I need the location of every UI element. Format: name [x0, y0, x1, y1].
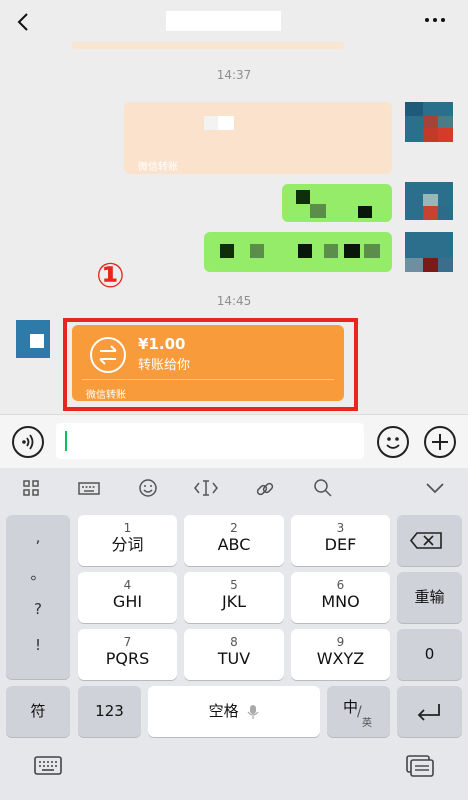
key-4[interactable]: 4 GHI — [78, 572, 177, 623]
number-switch-key[interactable]: 123 — [78, 686, 141, 737]
transfer-footer-label: 微信转账 — [86, 390, 126, 401]
emoji-icon — [386, 437, 400, 449]
key-label: DEF — [324, 535, 357, 554]
backspace-icon — [409, 532, 442, 549]
en-label: 英 — [362, 718, 372, 729]
more-button[interactable] — [420, 4, 450, 34]
enter-icon — [417, 704, 440, 721]
key-9[interactable]: 9 WXYZ — [291, 629, 390, 680]
space-key[interactable]: 空格 — [148, 686, 320, 737]
key-number: 7 — [123, 635, 132, 649]
key-label: 分词 — [111, 535, 144, 554]
zero-key[interactable]: 0 — [397, 629, 462, 680]
transfer-message: 转账给你 — [138, 358, 191, 373]
reenter-key[interactable]: 重输 — [397, 572, 462, 623]
partial-message — [72, 42, 344, 49]
symbol-key[interactable]: ! — [6, 625, 70, 665]
avatar[interactable] — [405, 232, 453, 272]
transfer-footer-label: 微信转账 — [138, 162, 178, 173]
key-7[interactable]: 7 PQRS — [78, 629, 177, 680]
link-icon[interactable] — [250, 478, 280, 502]
text-cursor — [65, 431, 67, 451]
key-label: PQRS — [105, 649, 150, 668]
message-bubble[interactable] — [204, 232, 392, 272]
key-label: MNO — [321, 592, 360, 611]
delete-key[interactable] — [397, 515, 462, 566]
key-number: 9 — [336, 635, 345, 649]
key-label: JKL — [221, 592, 247, 611]
mosaic-block — [204, 116, 218, 130]
key-8[interactable]: 8 TUV — [184, 629, 284, 680]
clipboard-button[interactable] — [402, 752, 438, 780]
key-number: 2 — [230, 521, 238, 535]
key-number: 3 — [336, 521, 345, 535]
back-button[interactable] — [12, 8, 36, 36]
transfer-card-sent[interactable]: 微信转账 — [124, 102, 392, 174]
key-number: 5 — [230, 578, 238, 592]
symbol-key[interactable]: , — [6, 517, 70, 557]
chat-title — [166, 11, 281, 31]
space-label: 空格 — [208, 702, 239, 720]
key-number: 1 — [123, 521, 132, 535]
chevron-down-icon[interactable] — [420, 478, 450, 502]
cursor-icon[interactable] — [191, 478, 221, 502]
transfer-card-received[interactable]: ¥1.00 转账给你 微信转账 — [72, 325, 344, 401]
avatar[interactable] — [405, 102, 453, 142]
timestamp: 14:45 — [216, 294, 252, 308]
ellipsis-icon — [425, 18, 445, 22]
key-6[interactable]: 6 MNO — [291, 572, 390, 623]
voice-button[interactable] — [12, 426, 44, 458]
keyboard-switch-button[interactable] — [30, 752, 66, 780]
divider — [82, 379, 334, 380]
smiley-icon[interactable] — [133, 478, 163, 502]
microphone-icon — [247, 704, 259, 719]
key-2[interactable]: 2 ABC — [184, 515, 284, 566]
key-label: ABC — [217, 535, 251, 554]
voice-icon — [22, 434, 34, 450]
enter-key[interactable] — [397, 686, 462, 737]
key-number: 8 — [230, 635, 238, 649]
transfer-amount: ¥1.00 — [138, 335, 186, 353]
language-switch-key[interactable]: 中 / 英 — [327, 686, 390, 737]
plus-icon — [432, 434, 448, 450]
key-label: TUV — [217, 649, 251, 668]
mosaic-block — [218, 116, 234, 130]
symbol-key[interactable]: 。 — [6, 554, 70, 594]
add-button[interactable] — [424, 426, 456, 458]
symbol-switch-key[interactable]: 符 — [6, 686, 70, 737]
transfer-arrows-icon — [90, 337, 126, 373]
annotation-marker: ① — [96, 256, 125, 296]
keyboard-icon — [34, 756, 62, 775]
key-label: WXYZ — [316, 649, 365, 668]
message-input[interactable] — [56, 423, 364, 459]
grid-icon[interactable] — [16, 478, 46, 502]
key-label: GHI — [112, 592, 143, 611]
key-number: 6 — [336, 578, 345, 592]
avatar[interactable] — [16, 320, 50, 358]
key-number: 4 — [123, 578, 132, 592]
chevron-left-icon — [17, 13, 28, 31]
key-3[interactable]: 3 DEF — [291, 515, 390, 566]
keyboard-icon[interactable] — [74, 478, 104, 502]
search-icon[interactable] — [308, 478, 338, 502]
timestamp: 14:37 — [216, 68, 252, 82]
zh-label: 中 — [343, 698, 359, 716]
message-bubble[interactable] — [282, 184, 392, 222]
key-1[interactable]: 1 分词 — [78, 515, 177, 566]
symbol-key[interactable]: ? — [6, 589, 70, 629]
slash: / — [357, 704, 362, 720]
key-5[interactable]: 5 JKL — [184, 572, 284, 623]
avatar[interactable] — [405, 182, 453, 220]
emoji-button[interactable] — [377, 426, 409, 458]
clipboard-icon — [406, 755, 434, 777]
